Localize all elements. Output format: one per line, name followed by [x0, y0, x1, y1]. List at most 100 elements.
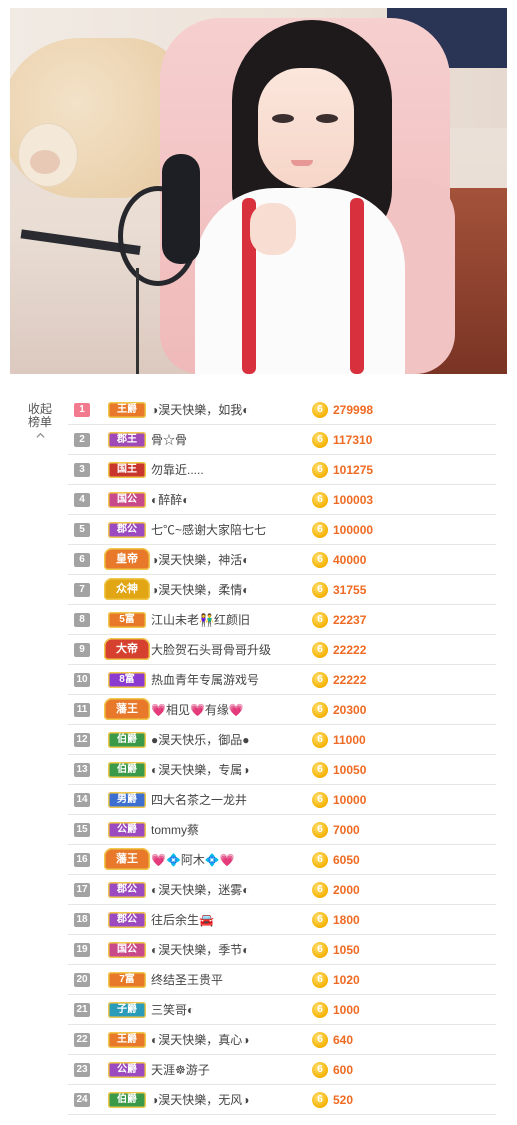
ranking-row[interactable]: 22 王爵 ◐淏天快樂，真心◑ 6 640: [68, 1025, 496, 1055]
user-name[interactable]: ◑淏天快樂，无风◑: [151, 1085, 301, 1115]
collapse-label: 收起榜单: [27, 402, 52, 429]
user-name[interactable]: 骨☆骨: [151, 425, 301, 455]
user-name[interactable]: ◑淏天快樂，如我◐: [151, 395, 301, 425]
contribution-score: 100003: [333, 493, 374, 507]
ranking-row[interactable]: 6 皇帝 ◑淏天快樂，神活◐ 6 40000: [68, 545, 496, 575]
noble-badge: 众神: [104, 578, 150, 600]
coin-icon: 6: [312, 672, 328, 688]
user-name[interactable]: 勿靠近.....: [151, 455, 301, 485]
coin-icon: 6: [312, 942, 328, 958]
contribution-score: 10000: [333, 793, 367, 807]
contribution-score: 640: [333, 1033, 354, 1047]
coin-icon: 6: [312, 732, 328, 748]
coin-icon: 6: [312, 582, 328, 598]
rank-number: 12: [74, 733, 90, 747]
user-name[interactable]: 七℃~感谢大家陪七七: [151, 515, 301, 545]
user-name[interactable]: 💗💠阿木💠💗: [151, 845, 301, 875]
ranking-row[interactable]: 20 7富 终结圣王贵平 6 1020: [68, 965, 496, 995]
ranking-row[interactable]: 13 伯爵 ◐淏天快樂，专属◑ 6 10050: [68, 755, 496, 785]
user-name[interactable]: 往后余生🚘: [151, 905, 301, 935]
user-name[interactable]: ◑淏天快樂，神活◐: [151, 545, 301, 575]
ranking-row[interactable]: 16 藩王 💗💠阿木💠💗 6 6050: [68, 845, 496, 875]
noble-badge: 7富: [108, 972, 146, 988]
rank-number: 18: [74, 913, 90, 927]
user-name[interactable]: 三笑哥◐: [151, 995, 301, 1025]
ranking-row[interactable]: 8 5富 江山未老👫红颜旧 6 22237: [68, 605, 496, 635]
user-name[interactable]: ◐淏天快樂，季节◐: [151, 935, 301, 965]
coin-icon: 6: [312, 762, 328, 778]
noble-badge: 郡公: [108, 882, 146, 898]
ranking-row[interactable]: 10 8富 热血青年专属游戏号 6 22222: [68, 665, 496, 695]
rank-number: 11: [74, 703, 90, 717]
user-name[interactable]: 四大名茶之一龙井: [151, 785, 301, 815]
ranking-row[interactable]: 19 国公 ◐淏天快樂，季节◐ 6 1050: [68, 935, 496, 965]
noble-badge: 郡公: [108, 522, 146, 538]
rank-number: 2: [74, 433, 90, 447]
ranking-row[interactable]: 18 郡公 往后余生🚘 6 1800: [68, 905, 496, 935]
contribution-score: 1000: [333, 1003, 360, 1017]
noble-badge: 藩王: [104, 848, 150, 870]
ranking-row[interactable]: 7 众神 ◑淏天快樂，柔情◐ 6 31755: [68, 575, 496, 605]
ranking-row[interactable]: 11 藩王 💗相见💗有缘💗 6 20300: [68, 695, 496, 725]
ranking-row[interactable]: 4 国公 ◐醉醉◐ 6 100003: [68, 485, 496, 515]
ranking-row[interactable]: 23 公爵 天涯☸游子 6 600: [68, 1055, 496, 1085]
user-name[interactable]: ◐淏天快樂，专属◑: [151, 755, 301, 785]
mic-cable: [136, 268, 139, 374]
rank-number: 15: [74, 823, 90, 837]
user-name[interactable]: ●淏天快乐，御品●: [151, 725, 301, 755]
ranking-row[interactable]: 5 郡公 七℃~感谢大家陪七七 6 100000: [68, 515, 496, 545]
noble-badge: 郡公: [108, 912, 146, 928]
user-name[interactable]: 江山未老👫红颜旧: [151, 605, 301, 635]
coin-icon: 6: [312, 822, 328, 838]
ranking-row[interactable]: 14 男爵 四大名茶之一龙井 6 10000: [68, 785, 496, 815]
user-name[interactable]: ◐淏天快樂，迷雾◐: [151, 875, 301, 905]
noble-badge: 公爵: [108, 822, 146, 838]
user-name[interactable]: 💗相见💗有缘💗: [151, 695, 301, 725]
user-name[interactable]: ◐淏天快樂，真心◑: [151, 1025, 301, 1055]
contribution-score: 1020: [333, 973, 360, 987]
user-name[interactable]: ◑淏天快樂，柔情◐: [151, 575, 301, 605]
ranking-row[interactable]: 17 郡公 ◐淏天快樂，迷雾◐ 6 2000: [68, 875, 496, 905]
contribution-score: 2000: [333, 883, 360, 897]
ranking-row[interactable]: 12 伯爵 ●淏天快乐，御品● 6 11000: [68, 725, 496, 755]
noble-badge: 皇帝: [104, 548, 150, 570]
user-name[interactable]: ◐醉醉◐: [151, 485, 301, 515]
streamer-eye-right: [316, 114, 338, 123]
user-name[interactable]: tommy蔡: [151, 815, 301, 845]
rank-number: 13: [74, 763, 90, 777]
user-name[interactable]: 热血青年专属游戏号: [151, 665, 301, 695]
coin-icon: 6: [312, 402, 328, 418]
rank-number: 24: [74, 1093, 90, 1107]
ranking-row[interactable]: 1 王爵 ◑淏天快樂，如我◐ 6 279998: [68, 395, 496, 425]
rank-number: 10: [74, 673, 90, 687]
ranking-row[interactable]: 15 公爵 tommy蔡 6 7000: [68, 815, 496, 845]
ranking-row[interactable]: 24 伯爵 ◑淏天快樂，无风◑ 6 520: [68, 1085, 496, 1115]
noble-badge: 国公: [108, 492, 146, 508]
user-name[interactable]: 大脸贺石头哥骨哥升级: [151, 635, 301, 665]
rank-number: 21: [74, 1003, 90, 1017]
noble-badge: 藩王: [104, 698, 150, 720]
coin-icon: 6: [312, 702, 328, 718]
noble-badge: 郡王: [108, 432, 146, 448]
rank-number: 9: [74, 643, 90, 657]
contribution-score: 1800: [333, 913, 360, 927]
rank-number: 19: [74, 943, 90, 957]
teddy-paw-pad: [30, 150, 60, 174]
user-name[interactable]: 天涯☸游子: [151, 1055, 301, 1085]
contribution-score: 6050: [333, 853, 360, 867]
coin-icon: 6: [312, 552, 328, 568]
user-name[interactable]: 终结圣王贵平: [151, 965, 301, 995]
stream-video[interactable]: [10, 8, 507, 374]
ranking-row[interactable]: 2 郡王 骨☆骨 6 117310: [68, 425, 496, 455]
collapse-ranking-button[interactable]: 收起榜单: [24, 403, 56, 440]
ranking-row[interactable]: 21 子爵 三笑哥◐ 6 1000: [68, 995, 496, 1025]
rank-number: 16: [74, 853, 90, 867]
microphone: [162, 154, 200, 264]
streamer-eye-left: [272, 114, 294, 123]
contribution-score: 22222: [333, 673, 367, 687]
ranking-row[interactable]: 3 国王 勿靠近..... 6 101275: [68, 455, 496, 485]
coin-icon: 6: [312, 462, 328, 478]
streamer-mouth: [291, 160, 313, 166]
ranking-row[interactable]: 9 大帝 大脸贺石头哥骨哥升级 6 22222: [68, 635, 496, 665]
contribution-score: 20300: [333, 703, 367, 717]
